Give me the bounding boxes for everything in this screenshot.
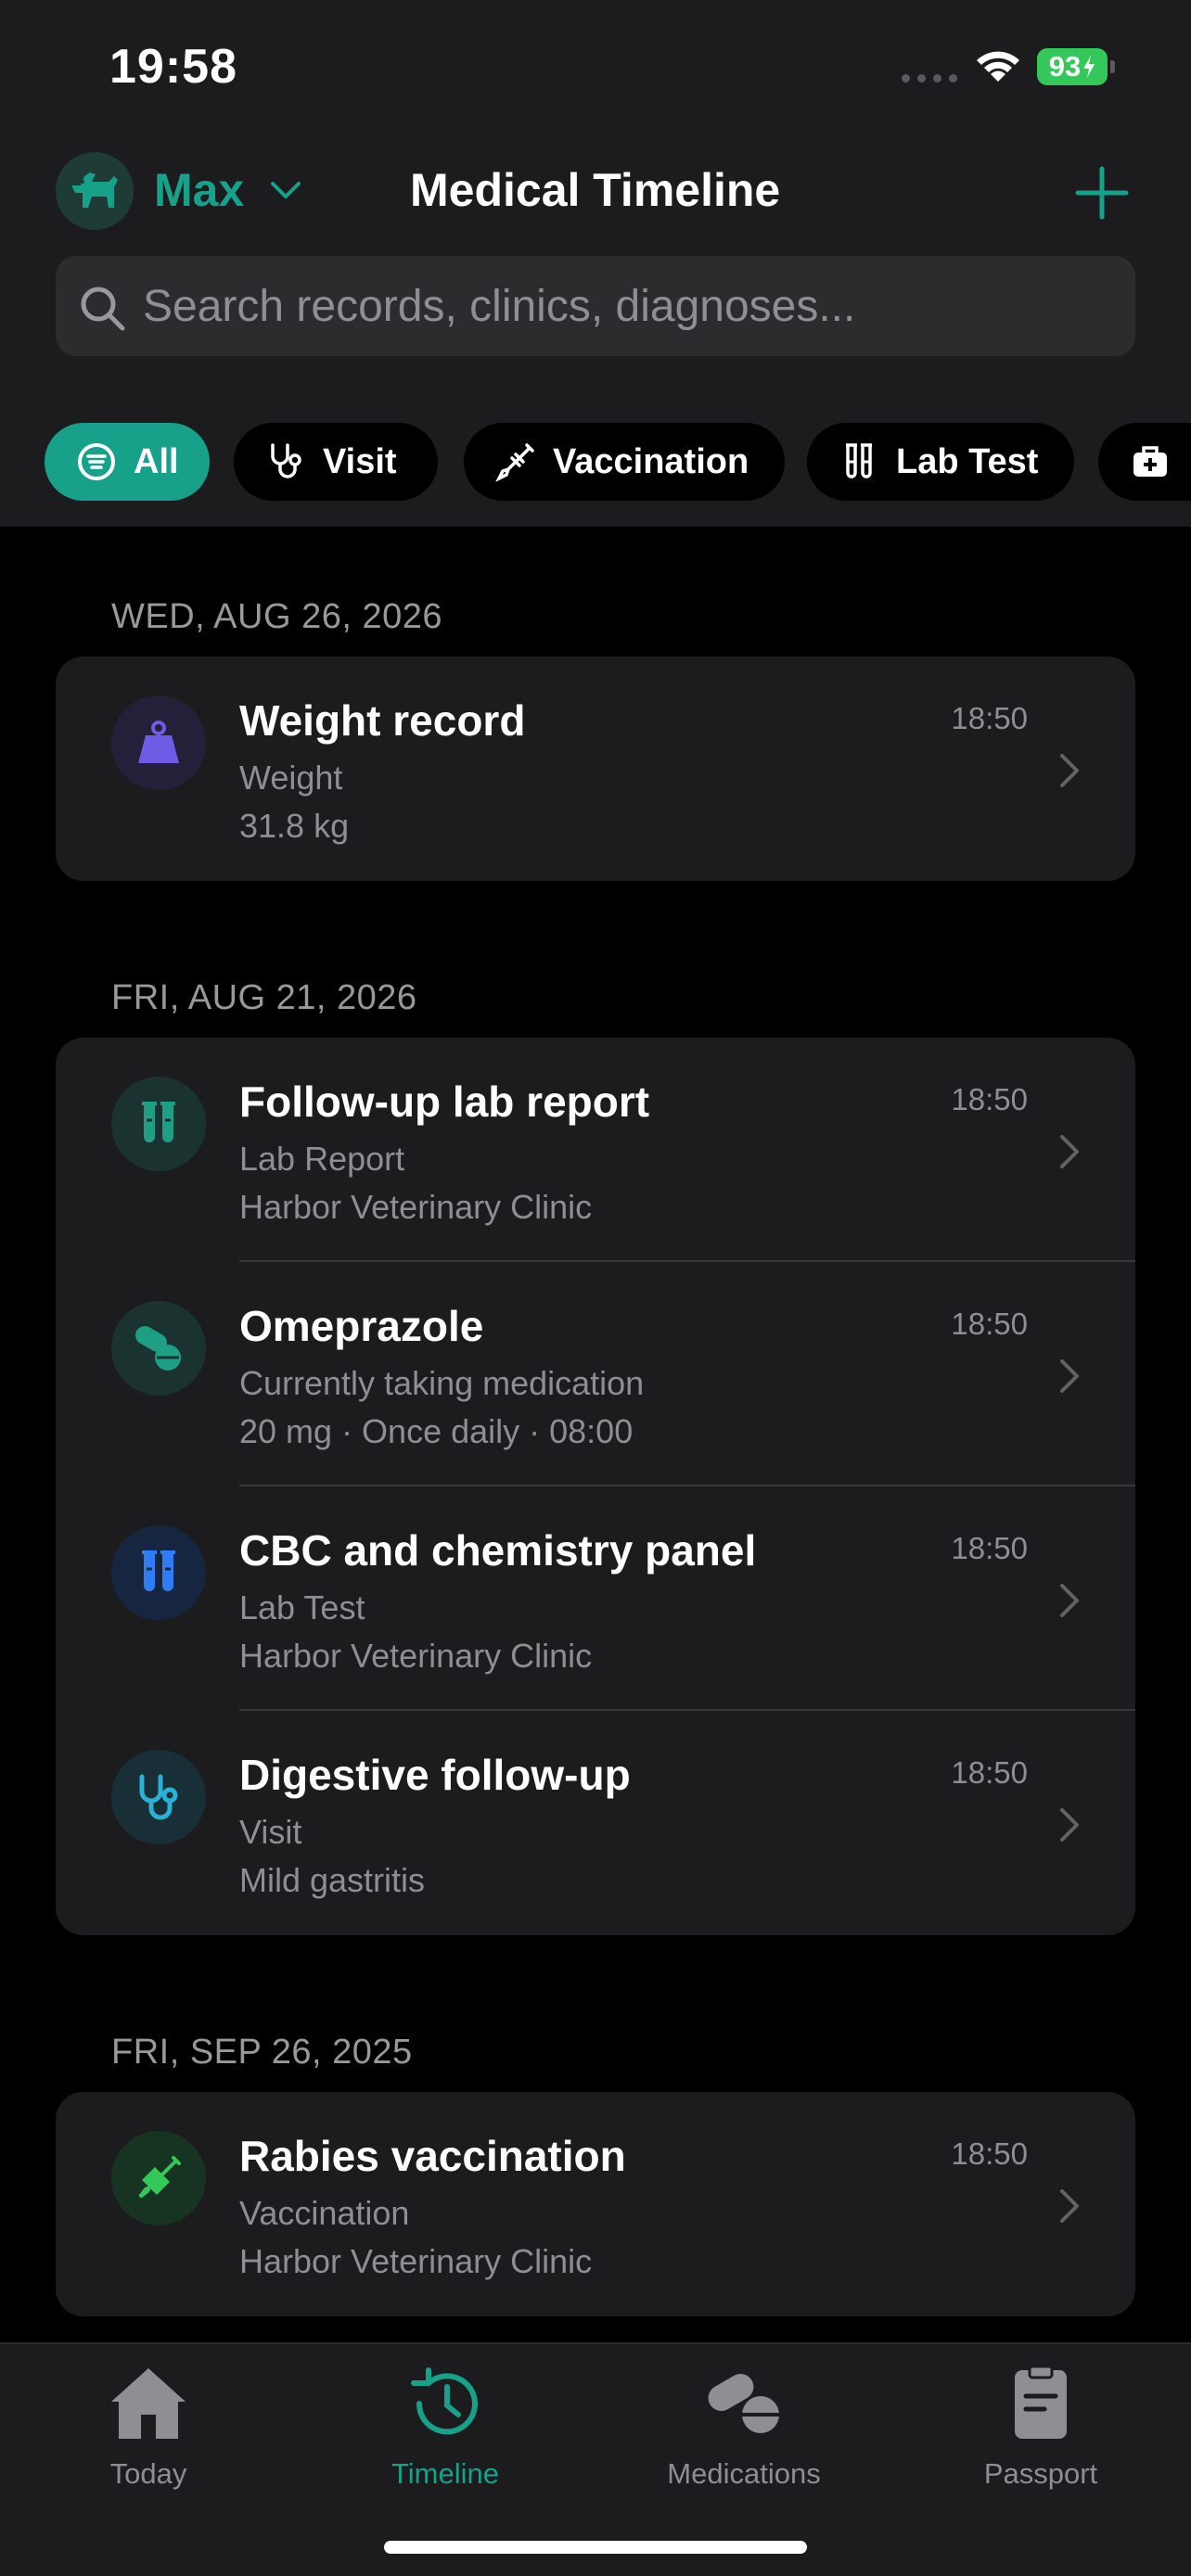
- record-title: Weight record: [239, 696, 526, 745]
- pet-selector[interactable]: Max: [154, 163, 244, 217]
- chevron-right-icon: [1060, 754, 1079, 787]
- chevron-right-icon: [1060, 1135, 1079, 1168]
- record-icon-circle: [111, 1750, 206, 1844]
- filter-chip-label: Visit: [323, 441, 397, 481]
- search-bar[interactable]: [56, 256, 1135, 356]
- stethoscope-icon: [139, 1774, 178, 1820]
- add-record-button[interactable]: [1072, 163, 1132, 223]
- stethoscope-icon: [271, 443, 301, 478]
- pet-avatar[interactable]: [56, 152, 134, 230]
- clipboard-icon: [1015, 2365, 1067, 2439]
- timeline-record-row[interactable]: Omeprazole Currently taking medication 2…: [56, 1262, 1135, 1486]
- record-time: 18:50: [951, 701, 1028, 735]
- filter-chip-label: All: [134, 441, 179, 481]
- tab-label: Timeline: [391, 2457, 499, 2490]
- chevron-down-icon[interactable]: [267, 178, 304, 204]
- test-tubes-icon: [142, 1550, 175, 1591]
- record-icon-circle: [111, 1301, 206, 1396]
- syringe-icon: [495, 443, 534, 482]
- tab-label: Medications: [667, 2457, 821, 2490]
- chevron-right-icon: [1060, 1808, 1079, 1842]
- record-detail: 31.8 kg: [239, 807, 350, 845]
- record-type: Weight: [239, 759, 343, 797]
- record-detail: Harbor Veterinary Clinic: [239, 2242, 593, 2280]
- house-icon: [111, 2368, 186, 2439]
- record-time: 18:50: [951, 1755, 1028, 1790]
- record-detail: Harbor Veterinary Clinic: [239, 1188, 593, 1226]
- chevron-right-icon: [1060, 1584, 1079, 1617]
- syringe-icon: [138, 2156, 181, 2199]
- tab-label: Passport: [983, 2457, 1098, 2490]
- battery-level: 93: [1048, 50, 1082, 83]
- test-tubes-icon: [142, 1102, 175, 1142]
- status-time: 19:58: [109, 40, 237, 94]
- record-detail: Mild gastritis: [239, 1861, 426, 1899]
- wifi-icon: [977, 51, 1019, 82]
- section-date-header: FRI, SEP 26, 2025: [111, 2033, 413, 2072]
- record-type: Lab Report: [239, 1140, 405, 1178]
- chevron-right-icon: [1060, 1359, 1079, 1393]
- timeline-record-row[interactable]: Rabies vaccination Vaccination Harbor Ve…: [56, 2092, 1135, 2316]
- record-title: Omeprazole: [239, 1302, 484, 1350]
- timeline-record-row[interactable]: Weight record Weight 31.8 kg 18:50: [56, 657, 1135, 881]
- tab-today[interactable]: Today: [46, 2363, 250, 2502]
- records-card: Weight record Weight 31.8 kg 18:50: [56, 657, 1135, 881]
- dog-icon: [71, 172, 118, 208]
- record-title: Rabies vaccination: [239, 2132, 626, 2180]
- filter-chip-medical[interactable]: [1098, 423, 1191, 501]
- search-input[interactable]: [143, 256, 1108, 356]
- page-title: Medical Timeline: [410, 164, 781, 216]
- record-detail: 20 mg · Once daily · 08:00: [239, 1412, 634, 1450]
- record-title: Follow-up lab report: [239, 1078, 650, 1126]
- tab-label: Today: [109, 2457, 187, 2490]
- record-icon-circle: [111, 2131, 206, 2225]
- record-title: CBC and chemistry panel: [239, 1526, 757, 1575]
- filter-chip-lab-test[interactable]: Lab Test: [807, 423, 1074, 501]
- pills-icon: [135, 1326, 181, 1371]
- cellular-signal-icon: [902, 74, 957, 83]
- section-date-header: WED, AUG 26, 2026: [111, 597, 442, 636]
- search-icon: [81, 287, 125, 331]
- records-card: Follow-up lab report Lab Report Harbor V…: [56, 1038, 1135, 1935]
- battery-indicator: 93: [1037, 48, 1115, 85]
- record-icon-circle: [111, 695, 206, 790]
- records-card: Rabies vaccination Vaccination Harbor Ve…: [56, 2092, 1135, 2316]
- record-time: 18:50: [951, 2136, 1028, 2171]
- record-icon-circle: [111, 1525, 206, 1620]
- filter-chip-visit[interactable]: Visit: [234, 423, 438, 501]
- record-detail: Harbor Veterinary Clinic: [239, 1637, 593, 1675]
- home-indicator[interactable]: [384, 2541, 807, 2554]
- test-tubes-icon: [846, 443, 872, 478]
- record-type: Visit: [239, 1813, 302, 1851]
- tab-passport[interactable]: Passport: [939, 2363, 1143, 2502]
- timeline-record-row[interactable]: Digestive follow-up Visit Mild gastritis…: [56, 1711, 1135, 1935]
- section-date-header: FRI, AUG 21, 2026: [111, 978, 417, 1017]
- filter-chip-label: Lab Test: [896, 441, 1039, 481]
- filter-chip-all[interactable]: All: [45, 423, 210, 501]
- timeline-record-row[interactable]: CBC and chemistry panel Lab Test Harbor …: [56, 1486, 1135, 1711]
- medical-kit-icon: [1133, 446, 1167, 477]
- record-type: Vaccination: [239, 2194, 410, 2232]
- record-title: Digestive follow-up: [239, 1751, 631, 1799]
- record-type: Currently taking medication: [239, 1364, 645, 1402]
- weight-icon: [138, 721, 179, 763]
- timeline-record-row[interactable]: Follow-up lab report Lab Report Harbor V…: [56, 1038, 1135, 1262]
- tab-timeline[interactable]: Timeline: [343, 2363, 547, 2502]
- filter-chip-label: Vaccination: [553, 441, 749, 481]
- filter-list-icon: [78, 443, 115, 480]
- filter-chip-vaccination[interactable]: Vaccination: [464, 423, 785, 501]
- record-time: 18:50: [951, 1307, 1028, 1341]
- record-type: Lab Test: [239, 1588, 365, 1626]
- charging-bolt-icon: [1083, 56, 1095, 78]
- clock-history-icon: [411, 2367, 478, 2435]
- chevron-right-icon: [1060, 2189, 1079, 2223]
- record-time: 18:50: [951, 1082, 1028, 1116]
- tab-medications[interactable]: Medications: [642, 2363, 846, 2502]
- record-time: 18:50: [951, 1531, 1028, 1565]
- record-icon-circle: [111, 1077, 206, 1171]
- pills-icon: [708, 2374, 779, 2433]
